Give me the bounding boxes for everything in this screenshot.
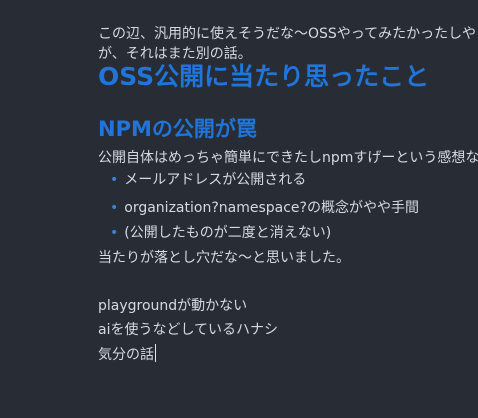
intro-line-1: この辺、汎用的に使えそうだな〜OSSやってみたかったしやるか [98,26,478,42]
text-cursor [155,344,156,362]
line-kibun: 気分の話 [98,344,156,365]
list-item-text: (公開したものが二度と消えない) [124,225,332,241]
list-item-text: メールアドレスが公開される [124,172,307,188]
bullet-icon: • [110,225,119,241]
list-item-text: organization?namespace?の概念がやや手間 [124,200,419,216]
markdown-editor[interactable]: この辺、汎用的に使えそうだな〜OSSやってみたかったしやるか が、それはまた別の… [98,0,478,418]
list-item: • (公開したものが二度と消えない) [110,223,331,243]
line-kibun-text: 気分の話 [98,347,154,363]
heading-oss-publish: OSS公開に当たり思ったこと [98,62,430,91]
heading-npm-trap: NPMの公開が罠 [98,117,257,141]
bullet-icon: • [110,200,119,216]
line-ai: aiを使うなどしているハナシ [98,322,279,338]
paragraph-pitfall: 当たりが落とし穴だな〜と思いました。 [98,250,350,266]
list-item: • organization?namespace?の概念がやや手間 [110,198,419,218]
list-item: • メールアドレスが公開される [110,170,306,190]
bullet-icon: • [110,172,119,188]
paragraph-publish-impression: 公開自体はめっちゃ簡単にできたしnpmすげーという感想なので [98,150,478,166]
line-playground: playgroundが動かない [98,298,248,314]
